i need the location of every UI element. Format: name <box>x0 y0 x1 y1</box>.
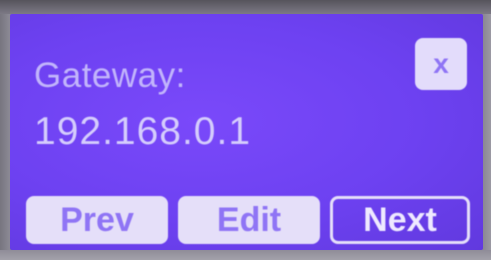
close-button[interactable]: x <box>415 38 467 90</box>
device-bezel-left <box>0 14 10 260</box>
next-button[interactable]: Next <box>330 196 470 244</box>
device-bezel-bottom <box>0 250 491 260</box>
gateway-label: Gateway: <box>34 56 186 95</box>
device-bezel-top <box>0 0 491 14</box>
edit-button[interactable]: Edit <box>178 196 320 244</box>
lcd-screen: Gateway: 192.168.0.1 x Prev Edit Next <box>10 14 483 250</box>
device-bezel-right <box>483 14 491 260</box>
close-icon: x <box>433 48 449 79</box>
gateway-value: 192.168.0.1 <box>34 110 252 153</box>
prev-button[interactable]: Prev <box>26 196 168 244</box>
